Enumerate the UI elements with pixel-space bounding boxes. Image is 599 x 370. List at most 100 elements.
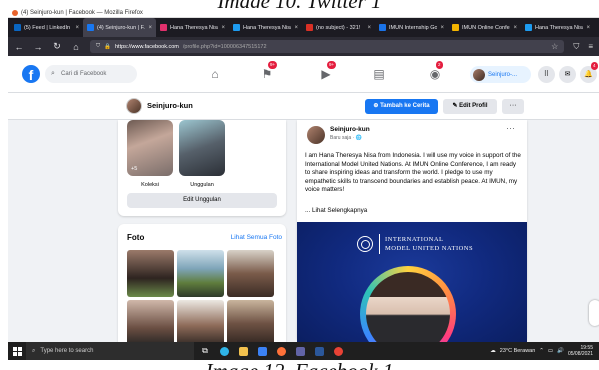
weather-text[interactable]: 23°C Berawan	[500, 348, 536, 354]
bell-badge: 4	[591, 62, 598, 70]
url-host: https://www.facebook.com	[115, 43, 179, 50]
url-path: /profile.php?id=100006347515172	[182, 43, 267, 50]
see-more-link[interactable]: ... Lihat Selengkapnya	[305, 207, 367, 214]
weather-icon: ☁	[490, 348, 496, 354]
store-icon[interactable]	[254, 342, 270, 360]
edit-featured-button[interactable]: Edit Unggulan	[127, 193, 277, 208]
browser-tab[interactable]: (4) Seinjuro-kun | F... ×	[83, 18, 156, 37]
close-icon[interactable]: ×	[367, 25, 371, 31]
post-author-avatar[interactable]	[307, 126, 325, 144]
see-all-photos-link[interactable]: Lihat Semua Foto	[231, 234, 282, 241]
messenger-icon[interactable]: ✉	[559, 66, 576, 83]
photo-thumbnail[interactable]	[227, 300, 274, 342]
clock[interactable]: 19:55 05/08/2021	[568, 345, 593, 357]
photo-thumbnail[interactable]	[177, 250, 224, 297]
edit-profile-label: Edit Profil	[459, 103, 488, 109]
windows-logo-icon	[12, 346, 22, 356]
tab-favicon-icon	[452, 24, 459, 31]
photo-thumbnail[interactable]	[127, 250, 174, 297]
watch-nav-icon[interactable]: ▶ 9+	[317, 61, 337, 83]
word-icon[interactable]	[311, 342, 327, 360]
close-icon[interactable]: ×	[221, 25, 225, 31]
menu-grid-icon[interactable]: ⠿	[538, 66, 555, 83]
home-nav-icon[interactable]: ⌂	[206, 65, 224, 83]
reload-icon[interactable]: ↻	[52, 41, 62, 52]
volume-icon[interactable]: 🔊	[557, 348, 564, 354]
highlight-label-collection: Koleksi	[141, 182, 159, 188]
photo-thumbnail[interactable]	[127, 300, 174, 342]
flag-badge: 9+	[268, 61, 278, 69]
close-icon[interactable]: ×	[75, 25, 79, 31]
browser-tab[interactable]: Hana Theresya Nisa ×	[156, 18, 229, 37]
clock-date: 05/08/2021	[567, 351, 593, 357]
pocket-icon[interactable]: ⛉	[573, 42, 579, 52]
forward-arrow-icon[interactable]: →	[33, 42, 43, 52]
shield-icon: ⛉	[96, 43, 101, 49]
marketplace-nav-icon[interactable]: ▤	[370, 65, 388, 83]
profile-chip[interactable]: Seinjuro-...	[470, 66, 531, 83]
browser-tab[interactable]: Hana Theresya Nisa ×	[521, 18, 594, 37]
search-icon: ⌕	[32, 347, 36, 354]
post-timestamp[interactable]: Baru saja · 🌐	[330, 135, 362, 141]
menu-icon[interactable]: ≡	[588, 42, 593, 51]
tab-label: Hana Theresya Nisa	[243, 24, 292, 31]
facebook-search-input[interactable]: ⌕ Cari di Facebook	[45, 65, 137, 83]
add-to-story-button[interactable]: ⊕ Tambah ke Cerita	[365, 99, 438, 114]
tab-favicon-icon	[160, 24, 167, 31]
close-icon[interactable]: ×	[586, 25, 590, 31]
file-explorer-icon[interactable]	[235, 342, 251, 360]
browser-tab[interactable]: Hana Theresya Nisa ×	[229, 18, 302, 37]
post-options-icon[interactable]: ···	[506, 123, 515, 133]
chrome-icon[interactable]	[330, 342, 346, 360]
highlight-collection[interactable]: +5	[127, 120, 173, 176]
start-button[interactable]	[8, 342, 26, 360]
flag-nav-icon[interactable]: ⚑ 9+	[258, 61, 278, 83]
tab-label: (no subject) - 321!	[316, 24, 361, 31]
highlight-featured[interactable]	[179, 120, 225, 176]
avatar	[473, 68, 485, 81]
url-bar[interactable]: ⛉ 🔒 https://www.facebook.com/profile.php…	[90, 40, 565, 53]
close-icon[interactable]: ×	[294, 25, 298, 31]
task-view-icon[interactable]: ⧉	[197, 342, 213, 360]
browser-tab[interactable]: (5) Feed | LinkedIn ×	[10, 18, 83, 37]
tab-label: IMUN Online Confe	[462, 24, 510, 31]
profile-avatar[interactable]	[126, 98, 142, 114]
search-placeholder: Cari di Facebook	[61, 71, 107, 77]
close-icon[interactable]: ×	[440, 25, 444, 31]
watch-badge: 9+	[327, 61, 337, 69]
close-icon[interactable]: ×	[513, 25, 517, 31]
post-author-name[interactable]: Seinjuro-kun	[330, 126, 370, 133]
home-icon[interactable]: ⌂	[71, 42, 81, 52]
groups-nav-icon[interactable]: ◉ 2	[426, 61, 444, 83]
taskbar-search-placeholder: Type here to search	[40, 348, 94, 354]
network-icon[interactable]: ▭	[548, 348, 553, 354]
bell-icon[interactable]: 🔔 4	[580, 62, 598, 83]
browser-tab[interactable]: IMUN Online Confe ×	[448, 18, 521, 37]
tab-label: (5) Feed | LinkedIn	[24, 24, 71, 31]
back-arrow-icon[interactable]: ←	[14, 42, 24, 52]
profile-name[interactable]: Seinjuro-kun	[147, 101, 193, 110]
edit-profile-button[interactable]: ✎ Edit Profil	[443, 99, 497, 114]
highlight-count: +5	[131, 166, 138, 172]
taskbar-search-input[interactable]: ⌕ Type here to search	[26, 342, 194, 360]
chevron-up-icon[interactable]: ⌃	[539, 348, 544, 354]
browser-tab[interactable]: (no subject) - 321! ×	[302, 18, 375, 37]
profile-bar: Seinjuro-kun ⊕ Tambah ke Cerita ✎ Edit P…	[8, 93, 599, 120]
firefox-icon	[12, 9, 18, 16]
post-image[interactable]: INTERNATIONAL MODEL UNITED NATIONS	[297, 222, 527, 342]
more-options-button[interactable]: ···	[502, 99, 524, 114]
facebook-logo[interactable]: f	[22, 65, 40, 83]
teams-icon[interactable]	[292, 342, 308, 360]
close-icon[interactable]: ×	[148, 25, 152, 31]
bookmark-star-icon[interactable]: ☆	[551, 42, 558, 51]
photo-thumbnail[interactable]	[227, 250, 274, 297]
browser-tab[interactable]: IMUN Internship Go ×	[375, 18, 448, 37]
scroll-handle[interactable]	[589, 300, 599, 326]
firefox-taskbar-icon[interactable]	[273, 342, 289, 360]
photos-card: Foto Lihat Semua Foto	[118, 224, 286, 342]
logo-divider	[379, 234, 380, 254]
edge-icon[interactable]	[216, 342, 232, 360]
photo-thumbnail[interactable]	[177, 300, 224, 342]
highlight-label-featured: Unggulan	[190, 182, 214, 188]
window-title: (4) Seinjuro-kun | Facebook — Mozilla Fi…	[21, 9, 143, 16]
